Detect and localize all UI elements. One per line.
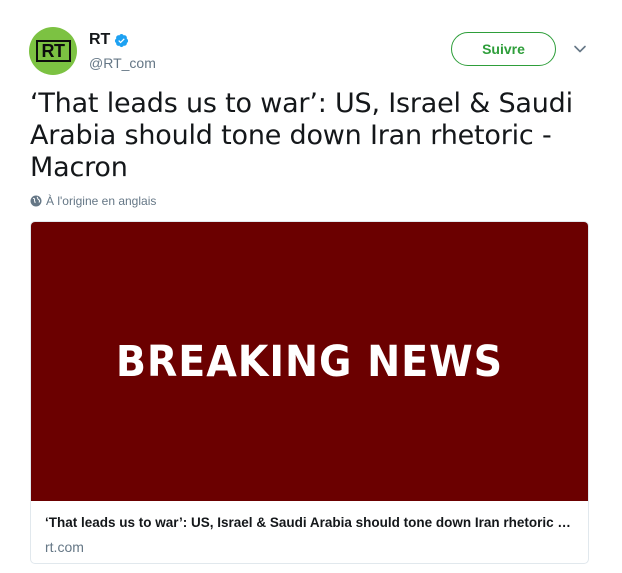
rt-logo: RT: [35, 40, 71, 62]
card-title[interactable]: ‘That leads us to war’: US, Israel & Sau…: [45, 515, 574, 530]
link-card[interactable]: BREAKING NEWS ‘That leads us to war’: US…: [30, 221, 589, 564]
translation-note: À l'origine en anglais: [30, 194, 156, 208]
display-name-row: RT: [89, 30, 156, 50]
card-domain: rt.com: [45, 539, 84, 555]
verified-badge-icon: [115, 33, 129, 47]
tweet-text: ‘That leads us to war’: US, Israel & Sau…: [30, 88, 573, 183]
tweet: RT RT @RT_com Suivre ‘That leads us to w…: [0, 0, 622, 573]
chevron-down-icon[interactable]: [573, 42, 587, 56]
globe-icon: [30, 195, 42, 207]
handle[interactable]: @RT_com: [89, 55, 156, 71]
card-image-text: BREAKING NEWS: [115, 336, 504, 387]
card-image[interactable]: BREAKING NEWS: [31, 222, 588, 501]
display-name[interactable]: RT: [89, 31, 110, 49]
avatar[interactable]: RT: [29, 27, 77, 75]
card-meta[interactable]: ‘That leads us to war’: US, Israel & Sau…: [31, 501, 588, 563]
translation-note-label: À l'origine en anglais: [46, 194, 157, 208]
follow-button[interactable]: Suivre: [451, 32, 556, 66]
author-info[interactable]: RT @RT_com: [89, 30, 156, 71]
